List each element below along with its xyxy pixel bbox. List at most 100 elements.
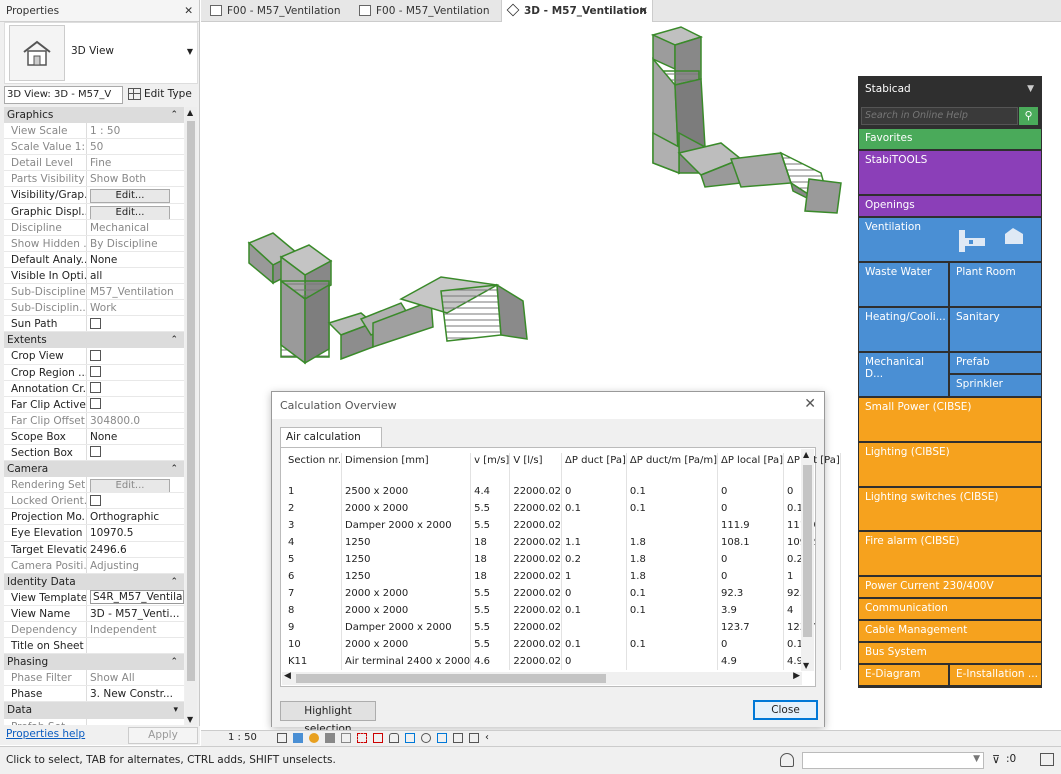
property-value[interactable]: 50 (90, 141, 103, 153)
table-row[interactable]: K11 Air terminal 2400 x 2000 4.6 22000.02 0 4… (285, 653, 841, 670)
collapse-icon[interactable]: ▾ (173, 702, 178, 718)
table-row[interactable]: 1 2500 x 2000 4.4 22000.02 0 0.1 0 0 (285, 483, 841, 500)
table-row[interactable]: 412501822000.021.11.8108.1109.2 (285, 534, 841, 551)
properties-help-link[interactable]: Properties help (6, 728, 85, 740)
filter-icon[interactable]: ⊽ (992, 753, 1000, 766)
section-header[interactable]: Graphics ⌃ (4, 107, 184, 124)
collapse-icon[interactable]: ⌃ (170, 654, 178, 670)
tile-lighting[interactable]: Lighting (CIBSE) (858, 442, 1042, 487)
temporary-hide-icon[interactable] (405, 733, 415, 743)
table-row[interactable]: 3Damper 2000 x 20005.522000.02111.9111.9 (285, 517, 841, 534)
tile-fire-alarm[interactable]: Fire alarm (CIBSE) (858, 531, 1042, 576)
tile-favorites[interactable]: Favorites (858, 128, 1042, 150)
tile-ventilation[interactable]: Ventilation (858, 217, 1042, 262)
tile-mechanical[interactable]: Mechanical D... (858, 352, 949, 397)
column-header[interactable]: ΔP duct [Pa] (561, 453, 627, 483)
scrollbar-thumb[interactable] (296, 674, 606, 683)
show-crop-icon[interactable] (373, 733, 383, 743)
crop-view-icon[interactable] (357, 733, 367, 743)
edit-button[interactable]: Edit... (90, 189, 170, 203)
table-vertical-scrollbar[interactable]: ▲ ▼ (801, 449, 814, 671)
chevron-down-icon[interactable]: ▼ (973, 754, 980, 764)
table-row[interactable]: 6 1250 18 22000.02 1 1.8 0 1 (285, 568, 841, 585)
property-value[interactable]: S4R_M57_Ventila (90, 589, 184, 604)
visual-style-icon[interactable] (293, 733, 303, 743)
property-value[interactable]: all (90, 270, 102, 282)
tile-plant-room[interactable]: Plant Room (949, 262, 1042, 307)
tab-floor-plan-1[interactable]: F00 - M57_Ventilation (205, 0, 353, 22)
property-value[interactable]: Fine (90, 157, 111, 169)
property-checkbox[interactable] (90, 366, 101, 377)
scroll-left-icon[interactable]: ◀ (284, 671, 291, 681)
property-checkbox[interactable] (90, 382, 101, 394)
column-header[interactable]: ΔP local [Pa] (717, 453, 785, 483)
workset-selector[interactable]: ▼ (802, 752, 984, 769)
highlight-displacement-icon[interactable] (453, 733, 463, 743)
reveal-hidden-icon[interactable] (421, 733, 431, 743)
tile-openings[interactable]: Openings (858, 195, 1042, 217)
chevron-left-icon[interactable]: ‹ (485, 733, 489, 743)
section-header[interactable]: Phasing ⌃ (4, 654, 184, 671)
scrollbar-thumb[interactable] (187, 121, 195, 681)
close-icon[interactable]: ✕ (184, 0, 193, 22)
sun-path-icon[interactable] (309, 733, 319, 743)
column-header[interactable]: Section nr. (285, 453, 343, 483)
table-row[interactable]: 7 2000 x 2000 5.5 22000.02 0 0.1 92.3 92.3 (285, 585, 841, 602)
property-value[interactable]: 1 : 50 (90, 125, 120, 137)
tile-e-installation[interactable]: E-Installation ... (949, 664, 1042, 686)
close-button[interactable]: Close (753, 700, 818, 720)
lock-view-icon[interactable] (389, 733, 399, 743)
column-header[interactable]: v [m/s] (470, 453, 511, 483)
analytical-model-icon[interactable] (437, 733, 447, 743)
property-checkbox[interactable] (90, 446, 101, 458)
tile-prefab[interactable]: Prefab (949, 352, 1042, 374)
property-checkbox[interactable] (90, 494, 101, 506)
edit-button[interactable]: Edit... (90, 205, 170, 219)
property-value[interactable]: Independent (90, 624, 157, 636)
shadows-icon[interactable] (325, 733, 335, 743)
type-selector[interactable]: 3D View ▼ (4, 22, 198, 84)
highlight-selection-button[interactable]: Highlight selection (280, 701, 376, 735)
table-row[interactable]: 8 2000 x 2000 5.5 22000.02 0.1 0.1 3.9 4 (285, 602, 841, 619)
property-value[interactable]: 3. New Constr... (90, 688, 173, 700)
column-header[interactable]: Dimension [mm] (341, 453, 472, 483)
chevron-down-icon[interactable]: ▼ (187, 47, 193, 56)
scroll-down-icon[interactable]: ▼ (187, 715, 193, 724)
tile-lighting-switches[interactable]: Lighting switches (CIBSE) (858, 487, 1042, 531)
property-value[interactable]: Mechanical (90, 222, 149, 234)
help-search-input[interactable]: Search in Online Help (861, 107, 1018, 125)
property-value[interactable]: Show Both (90, 173, 146, 185)
property-value[interactable]: Work (90, 302, 117, 314)
tab-3d-view[interactable]: 3D - M57_Ventilation ✕ (501, 0, 653, 22)
table-row[interactable]: 10 2000 x 2000 5.5 22000.02 0.1 0.1 0 0.1 (285, 636, 841, 653)
close-icon[interactable]: ✕ (639, 0, 648, 22)
collapse-icon[interactable]: ⌃ (170, 332, 178, 348)
view-scale[interactable]: 1 : 50 (228, 732, 257, 743)
property-value[interactable]: 10970.5 (90, 527, 133, 539)
table-row[interactable]: 2 2000 x 2000 5.5 22000.02 0.1 0.1 0 0.1 (285, 500, 841, 517)
tile-e-diagram[interactable]: E-Diagram (858, 664, 949, 686)
scroll-right-icon[interactable]: ▶ (793, 671, 800, 681)
property-checkbox[interactable] (90, 317, 101, 329)
tile-small-power[interactable]: Small Power (CIBSE) (858, 397, 1042, 442)
scroll-down-icon[interactable]: ▼ (803, 661, 809, 670)
editing-requests-icon[interactable] (1040, 753, 1054, 766)
properties-scrollbar[interactable]: ▲ ▼ (185, 107, 197, 725)
property-value[interactable]: None (90, 431, 117, 443)
collapse-icon[interactable]: ⌃ (170, 107, 178, 123)
tile-bus-system[interactable]: Bus System (858, 642, 1042, 664)
section-header[interactable]: Identity Data ⌃ (4, 573, 184, 590)
render-icon[interactable] (341, 733, 351, 743)
edit-type-button[interactable]: Edit Type (128, 86, 198, 104)
tab-air-calculation-results[interactable]: Air calculation results (280, 427, 382, 462)
apply-button[interactable]: Apply (128, 727, 198, 744)
section-header[interactable]: Camera ⌃ (4, 461, 184, 478)
tile-cable-management[interactable]: Cable Management (858, 620, 1042, 642)
property-value[interactable]: Adjusting (90, 560, 139, 572)
tile-sprinkler[interactable]: Sprinkler (949, 374, 1042, 397)
tile-waste-water[interactable]: Waste Water (858, 262, 949, 307)
view-instance-selector[interactable]: 3D View: 3D - M57_V (4, 86, 123, 104)
column-header[interactable]: V [l/s] (509, 453, 563, 483)
property-value[interactable]: 3D - M57_Venti... (90, 608, 179, 620)
reveal-constraints-icon[interactable] (469, 733, 479, 743)
